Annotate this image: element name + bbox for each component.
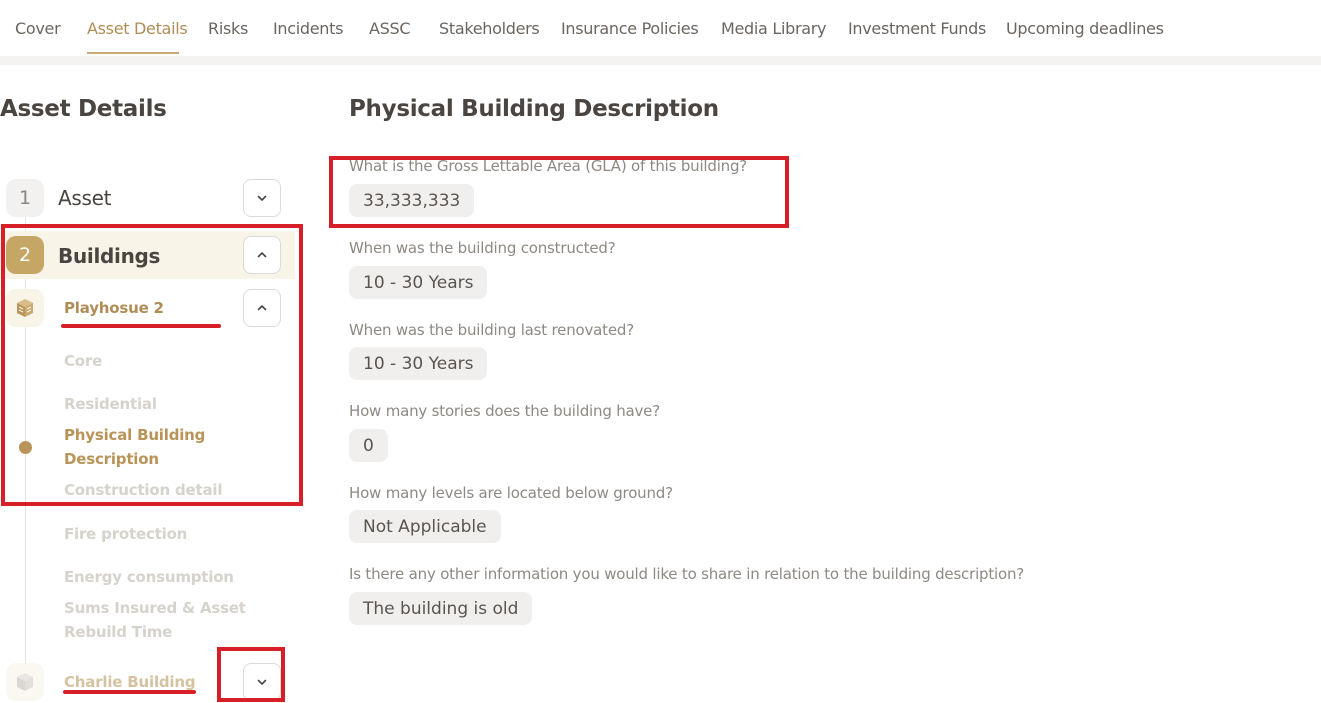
- expand-asset-button[interactable]: [243, 179, 281, 217]
- question-levels-below: How many levels are located below ground…: [349, 484, 673, 502]
- building-icon: [6, 663, 44, 701]
- tab-insurance-policies[interactable]: Insurance Policies: [561, 19, 699, 38]
- top-tab-bar: Cover Asset Details Risks Incidents ASSC…: [0, 0, 1321, 56]
- tab-media-library[interactable]: Media Library: [721, 19, 826, 38]
- section-fire-protection[interactable]: Fire protection: [64, 522, 187, 546]
- building-charlie[interactable]: Charlie Building: [64, 673, 196, 691]
- question-constructed: When was the building constructed?: [349, 239, 616, 257]
- answer-stories[interactable]: 0: [349, 429, 388, 462]
- question-other-info: Is there any other information you would…: [349, 565, 1025, 583]
- tab-assc[interactable]: ASSC: [369, 19, 411, 38]
- annotation-underline-charlie: [63, 690, 196, 694]
- annotation-box-charlie-chevron: [217, 647, 285, 702]
- annotation-box-gla: [329, 156, 789, 228]
- tab-investment-funds[interactable]: Investment Funds: [848, 19, 986, 38]
- sidebar-title: Asset Details: [0, 96, 167, 122]
- chevron-down-icon: [257, 195, 267, 201]
- section-sums-insured[interactable]: Sums Insured & Asset Rebuild Time: [64, 596, 249, 644]
- question-stories: How many stories does the building have?: [349, 402, 660, 420]
- annotation-underline-playhosue: [61, 324, 221, 328]
- question-renovated: When was the building last renovated?: [349, 321, 634, 339]
- tab-asset-details[interactable]: Asset Details: [87, 19, 188, 38]
- tab-risks[interactable]: Risks: [208, 19, 248, 38]
- tab-stakeholders[interactable]: Stakeholders: [439, 19, 540, 38]
- answer-levels-below[interactable]: Not Applicable: [349, 510, 501, 543]
- section-title: Physical Building Description: [349, 96, 719, 122]
- header-divider: [0, 56, 1321, 65]
- answer-renovated[interactable]: 10 - 30 Years: [349, 347, 488, 380]
- answer-other-info[interactable]: The building is old: [349, 592, 533, 625]
- tab-incidents[interactable]: Incidents: [273, 19, 343, 38]
- answer-constructed[interactable]: 10 - 30 Years: [349, 266, 488, 299]
- tab-upcoming-deadlines[interactable]: Upcoming deadlines: [1006, 19, 1164, 38]
- step-label-asset[interactable]: Asset: [58, 186, 111, 210]
- active-tab-indicator: [87, 52, 179, 54]
- section-energy-consumption[interactable]: Energy consumption: [64, 565, 234, 589]
- tab-cover[interactable]: Cover: [15, 19, 61, 38]
- step-number-1: 1: [6, 179, 44, 217]
- annotation-box-buildings: [1, 224, 303, 506]
